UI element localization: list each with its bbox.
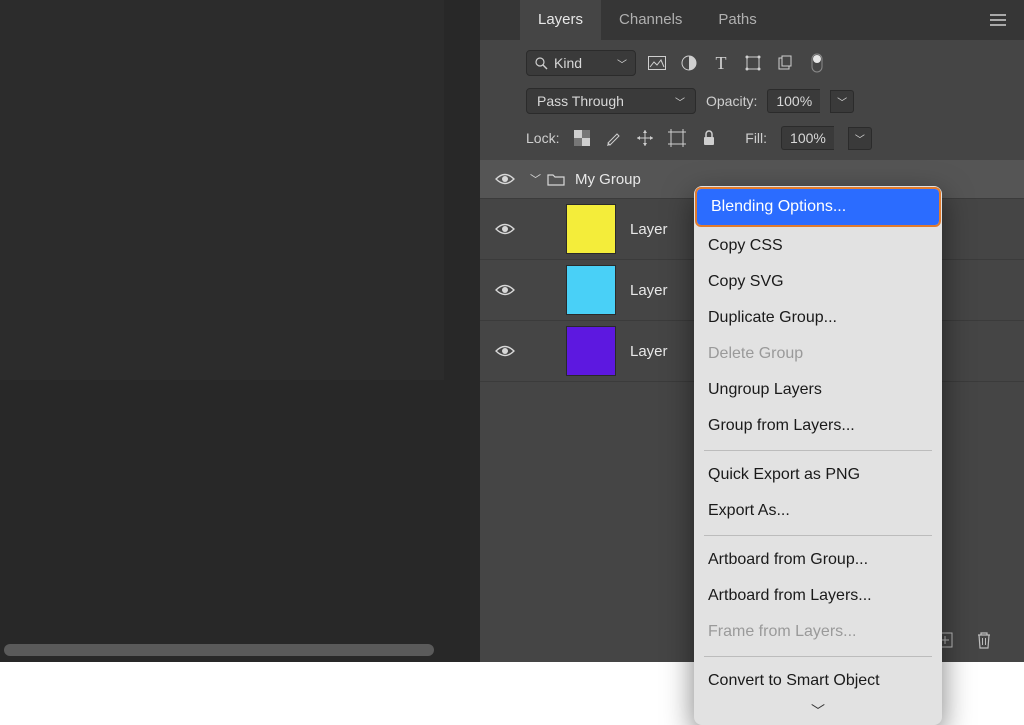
chevron-down-icon: ﹀ <box>675 94 685 109</box>
folder-icon <box>547 172 565 186</box>
tab-channels[interactable]: Channels <box>601 0 700 40</box>
lock-position-icon[interactable] <box>636 127 654 149</box>
horizontal-scrollbar[interactable] <box>4 644 434 656</box>
layer-name[interactable]: Layer <box>630 221 668 238</box>
filter-row: Kind ﹀ T <box>480 40 1024 82</box>
filter-shape-icon[interactable] <box>742 52 764 74</box>
layer-name[interactable]: Layer <box>630 343 668 360</box>
menu-item[interactable]: Convert to Smart Object <box>694 663 942 699</box>
fill-stepper[interactable]: ﹀ <box>848 127 872 150</box>
fill-label: Fill: <box>745 130 767 146</box>
menu-item[interactable]: Duplicate Group... <box>694 300 942 336</box>
visibility-toggle[interactable] <box>480 172 530 186</box>
search-icon <box>535 57 548 70</box>
layer-thumbnail[interactable] <box>566 204 616 254</box>
canvas[interactable] <box>0 0 444 380</box>
menu-more-icon[interactable]: ﹀ <box>694 699 942 721</box>
tab-layers[interactable]: Layers <box>520 0 601 40</box>
filter-type-icon[interactable]: T <box>710 52 732 74</box>
lock-artboard-icon[interactable] <box>668 127 686 149</box>
visibility-toggle[interactable] <box>480 283 530 297</box>
lock-row: Lock: Fill: 100% ﹀ <box>480 120 1024 160</box>
layer-thumbnail[interactable] <box>566 326 616 376</box>
menu-separator <box>704 450 932 451</box>
trash-icon[interactable] <box>976 631 992 649</box>
opacity-label: Opacity: <box>706 93 757 109</box>
visibility-toggle[interactable] <box>480 344 530 358</box>
panel-tabs: Layers Channels Paths <box>480 0 1024 40</box>
menu-separator <box>704 656 932 657</box>
menu-item[interactable]: Quick Export as PNG <box>694 457 942 493</box>
menu-item[interactable]: Ungroup Layers <box>694 372 942 408</box>
menu-item: Frame from Layers... <box>694 614 942 650</box>
blend-mode-select[interactable]: Pass Through ﹀ <box>526 88 696 114</box>
lock-transparency-icon[interactable] <box>573 127 590 149</box>
menu-item[interactable]: Export As... <box>694 493 942 529</box>
filter-adjustment-icon[interactable] <box>678 52 700 74</box>
menu-item[interactable]: Copy CSS <box>694 228 942 264</box>
menu-item: Delete Group <box>694 336 942 372</box>
lock-label: Lock: <box>526 130 559 146</box>
menu-item[interactable]: Copy SVG <box>694 264 942 300</box>
lock-all-icon[interactable] <box>700 127 717 149</box>
filter-smartobject-icon[interactable] <box>774 52 796 74</box>
layer-name[interactable]: Layer <box>630 282 668 299</box>
blend-mode-value: Pass Through <box>537 93 624 109</box>
panel-menu-icon[interactable] <box>990 14 1006 26</box>
filter-toggle-icon[interactable] <box>806 52 828 74</box>
opacity-value[interactable]: 100% <box>767 89 820 113</box>
visibility-toggle[interactable] <box>480 222 530 236</box>
filter-pixel-icon[interactable] <box>646 52 668 74</box>
opacity-stepper[interactable]: ﹀ <box>830 90 854 113</box>
kind-label: Kind <box>554 55 582 71</box>
fill-value[interactable]: 100% <box>781 126 834 150</box>
blend-row: Pass Through ﹀ Opacity: 100% ﹀ <box>480 82 1024 120</box>
tab-paths[interactable]: Paths <box>700 0 774 40</box>
kind-filter-select[interactable]: Kind ﹀ <box>526 50 636 76</box>
group-disclosure-icon[interactable]: ﹀ <box>530 171 541 187</box>
menu-item[interactable]: Blending Options... <box>697 189 939 225</box>
canvas-area <box>0 0 480 662</box>
menu-separator <box>704 535 932 536</box>
context-menu[interactable]: Blending Options...Copy CSSCopy SVGDupli… <box>694 186 942 725</box>
lock-brush-icon[interactable] <box>605 127 622 149</box>
menu-item[interactable]: Group from Layers... <box>694 408 942 444</box>
layer-thumbnail[interactable] <box>566 265 616 315</box>
menu-item[interactable]: Artboard from Group... <box>694 542 942 578</box>
group-name[interactable]: My Group <box>575 171 641 188</box>
menu-item[interactable]: Artboard from Layers... <box>694 578 942 614</box>
chevron-down-icon: ﹀ <box>617 56 627 71</box>
